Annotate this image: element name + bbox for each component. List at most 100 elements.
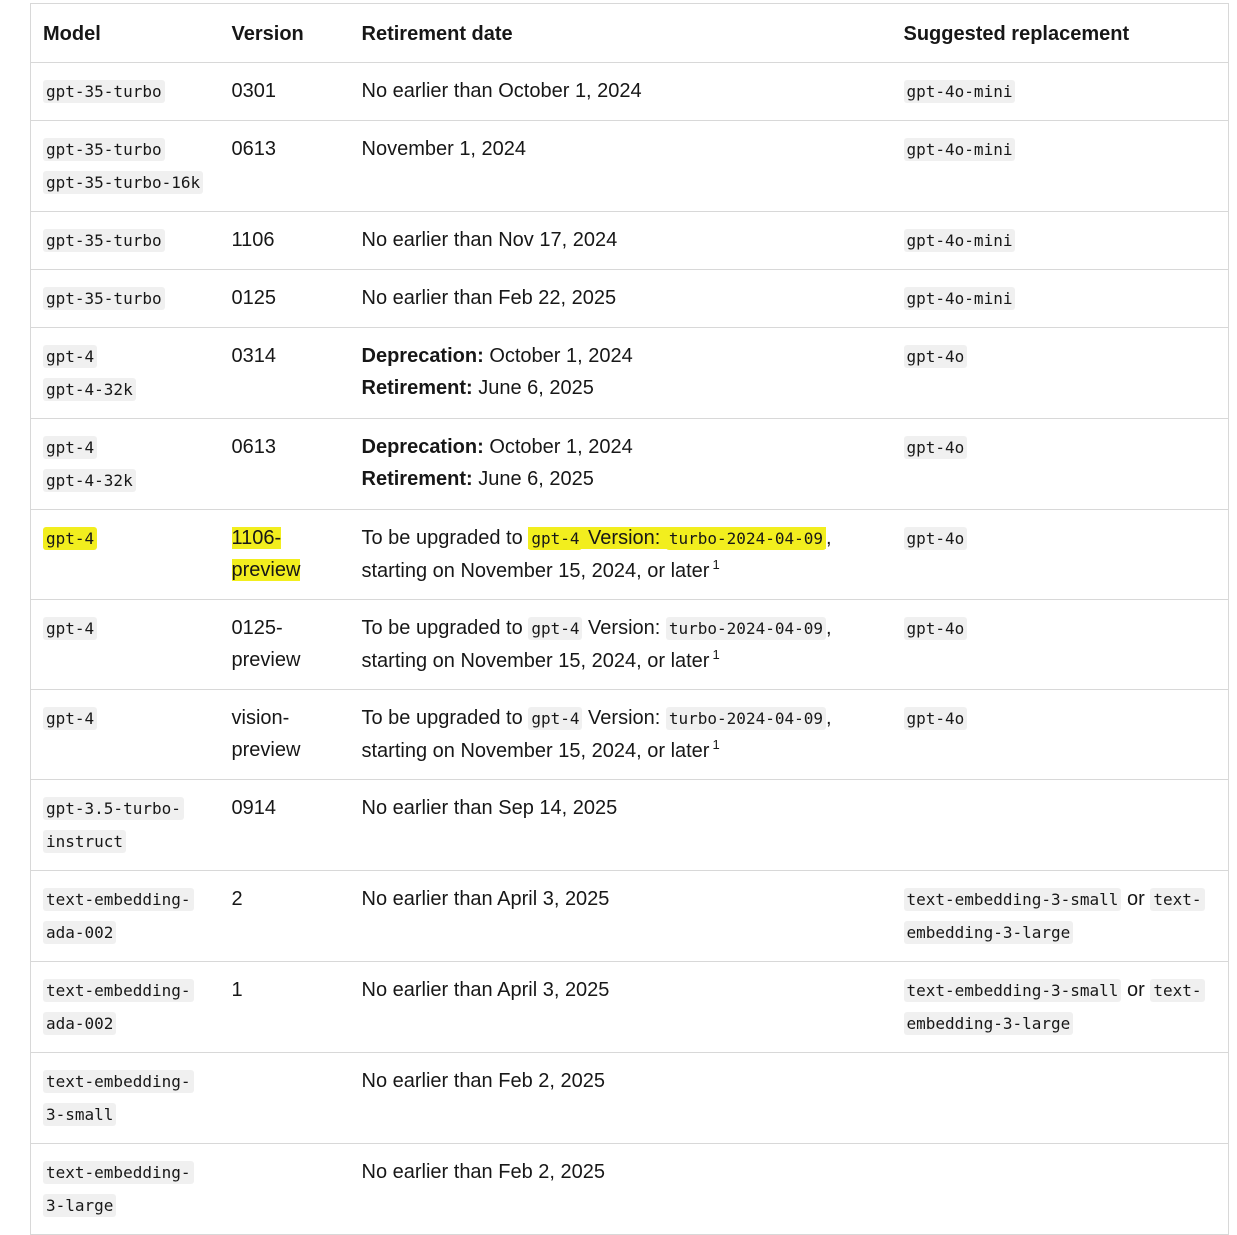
replacement-cell: gpt-4o bbox=[891, 599, 1229, 690]
model-cell: text-embedding- 3-small bbox=[30, 1052, 220, 1144]
model-code: gpt-4-32k bbox=[43, 469, 136, 492]
model-code: text-embedding- bbox=[43, 888, 194, 911]
model-code: gpt-35-turbo bbox=[43, 80, 165, 103]
version-line: preview bbox=[231, 739, 301, 761]
header-model: Model bbox=[30, 3, 220, 63]
version-word: Version: bbox=[588, 617, 661, 639]
model-code: gpt-35-turbo bbox=[43, 138, 165, 161]
table-row: gpt-35-turbo gpt-35-turbo-16k 0613 Novem… bbox=[30, 120, 1229, 212]
version-cell: 0613 bbox=[219, 120, 350, 212]
table-row-highlighted: gpt-4 1106- preview To be upgraded to gp… bbox=[30, 509, 1229, 600]
version-line: vision- bbox=[231, 707, 290, 729]
upgrade-prefix: To be upgraded to bbox=[361, 527, 523, 549]
upgrade-model-code: gpt-4 bbox=[528, 707, 583, 730]
deprecation-label: Deprecation: bbox=[361, 436, 484, 458]
header-version: Version bbox=[219, 3, 350, 63]
replacement-code: gpt-4o bbox=[903, 617, 968, 640]
model-code: gpt-35-turbo bbox=[43, 287, 165, 310]
replacement-cell: gpt-4o-mini bbox=[891, 62, 1229, 121]
replacement-code: gpt-4o-mini bbox=[903, 287, 1016, 310]
retirement-cell: November 1, 2024 bbox=[349, 120, 892, 212]
retirement-label: Retirement: bbox=[361, 377, 473, 399]
table-row: text-embedding- 3-small No earlier than … bbox=[30, 1052, 1229, 1144]
footnote-marker: 1 bbox=[712, 557, 720, 572]
retirement-cell: To be upgraded to gpt-4 Version: turbo-2… bbox=[349, 689, 892, 780]
table-row: gpt-4 vision- preview To be upgraded to … bbox=[30, 689, 1229, 780]
footnote-marker: 1 bbox=[712, 647, 720, 662]
model-code: gpt-35-turbo bbox=[43, 229, 165, 252]
model-cell: text-embedding- ada-002 bbox=[30, 870, 220, 962]
model-cell: gpt-35-turbo gpt-35-turbo-16k bbox=[30, 120, 220, 212]
model-code: ada-002 bbox=[43, 921, 117, 944]
replacement-code: gpt-4o bbox=[903, 527, 968, 550]
table-row: text-embedding- ada-002 1 No earlier tha… bbox=[30, 961, 1229, 1053]
version-cell: 1106- preview bbox=[219, 509, 350, 600]
replacement-code: gpt-4o bbox=[903, 436, 968, 459]
replacement-code: embedding-3-large bbox=[903, 921, 1074, 944]
version-cell: 0125 bbox=[219, 269, 350, 328]
table-row: gpt-3.5-turbo- instruct 0914 No earlier … bbox=[30, 779, 1229, 871]
retirement-cell: No earlier than October 1, 2024 bbox=[349, 62, 892, 121]
model-cell: gpt-35-turbo bbox=[30, 269, 220, 328]
retirement-cell: To be upgraded to gpt-4 Version: turbo-2… bbox=[349, 509, 892, 600]
model-code: gpt-4 bbox=[43, 617, 98, 640]
replacement-code: text- bbox=[1150, 888, 1205, 911]
version-cell bbox=[219, 1052, 350, 1144]
model-code: gpt-3.5-turbo- bbox=[43, 797, 184, 820]
model-cell: gpt-4 gpt-4-32k bbox=[30, 418, 220, 510]
table-row: gpt-4 gpt-4-32k 0613 Deprecation: Octobe… bbox=[30, 418, 1229, 510]
retirement-label: Retirement: bbox=[361, 468, 473, 490]
replacement-cell: gpt-4o-mini bbox=[891, 269, 1229, 328]
replacement-cell bbox=[891, 779, 1229, 871]
table-row: gpt-35-turbo 1106 No earlier than Nov 17… bbox=[30, 211, 1229, 270]
upgrade-version-code: turbo-2024-04-09 bbox=[665, 527, 826, 550]
deprecation-label: Deprecation: bbox=[361, 345, 484, 367]
model-cell: text-embedding- 3-large bbox=[30, 1143, 220, 1235]
upgrade-model-code: gpt-4 bbox=[528, 617, 583, 640]
retirement-cell: Deprecation: October 1, 2024 Retirement:… bbox=[349, 327, 892, 419]
table-row: text-embedding- ada-002 2 No earlier tha… bbox=[30, 870, 1229, 962]
model-code: 3-small bbox=[43, 1103, 117, 1126]
model-code: gpt-4 bbox=[43, 345, 98, 368]
model-code: gpt-4 bbox=[43, 527, 98, 550]
replacement-code: gpt-4o bbox=[903, 345, 968, 368]
model-code: gpt-35-turbo-16k bbox=[43, 171, 204, 194]
replacement-code: text-embedding-3-small bbox=[903, 979, 1122, 1002]
retirement-cell: No earlier than April 3, 2025 bbox=[349, 870, 892, 962]
upgrade-version-code: turbo-2024-04-09 bbox=[665, 617, 826, 640]
replacement-cell: gpt-4o bbox=[891, 689, 1229, 780]
replacement-cell: gpt-4o-mini bbox=[891, 211, 1229, 270]
upgrade-suffix: starting on November 15, 2024, or later bbox=[361, 650, 710, 672]
model-cell: gpt-4 bbox=[30, 689, 220, 780]
upgrade-suffix: starting on November 15, 2024, or later bbox=[361, 560, 710, 582]
version-line: 0125- bbox=[231, 617, 283, 639]
model-code: instruct bbox=[43, 830, 127, 853]
upgrade-version-code: turbo-2024-04-09 bbox=[665, 707, 826, 730]
model-code: gpt-4 bbox=[43, 707, 98, 730]
version-word: Version: bbox=[588, 527, 661, 549]
replacement-cell: text-embedding-3-small or text- embeddin… bbox=[891, 870, 1229, 962]
upgrade-prefix: To be upgraded to bbox=[361, 617, 523, 639]
version-line: preview bbox=[231, 559, 301, 581]
model-code: text-embedding- bbox=[43, 1161, 194, 1184]
table-row: gpt-4 gpt-4-32k 0314 Deprecation: Octobe… bbox=[30, 327, 1229, 419]
version-cell: 0613 bbox=[219, 418, 350, 510]
retirement-cell: No earlier than Feb 2, 2025 bbox=[349, 1052, 892, 1144]
replacement-code: gpt-4o-mini bbox=[903, 80, 1016, 103]
model-cell: gpt-4 bbox=[30, 599, 220, 690]
model-cell: gpt-3.5-turbo- instruct bbox=[30, 779, 220, 871]
upgrade-model-code: gpt-4 bbox=[528, 527, 583, 550]
version-word: Version: bbox=[588, 707, 661, 729]
upgrade-prefix: To be upgraded to bbox=[361, 707, 523, 729]
replacement-code: gpt-4o bbox=[903, 707, 968, 730]
model-cell: gpt-35-turbo bbox=[30, 211, 220, 270]
model-cell: text-embedding- ada-002 bbox=[30, 961, 220, 1053]
model-code: ada-002 bbox=[43, 1012, 117, 1035]
replacement-code: text- bbox=[1150, 979, 1205, 1002]
table-row: gpt-4 0125- preview To be upgraded to gp… bbox=[30, 599, 1229, 690]
or-text: or bbox=[1126, 979, 1145, 1001]
retirement-cell: No earlier than April 3, 2025 bbox=[349, 961, 892, 1053]
model-code: gpt-4 bbox=[43, 436, 98, 459]
header-row: Model Version Retirement date Suggested … bbox=[30, 3, 1229, 63]
retirement-date: June 6, 2025 bbox=[478, 468, 594, 490]
